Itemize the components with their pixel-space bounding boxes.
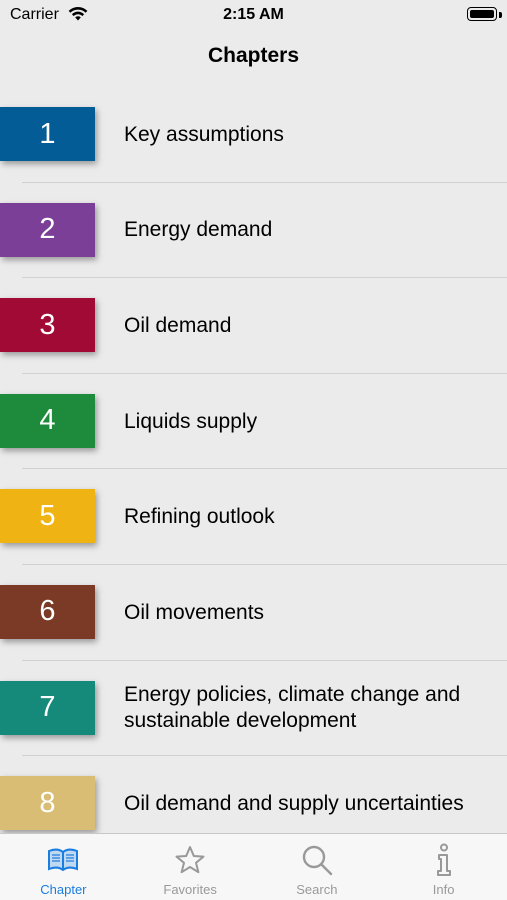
chapter-number-badge: 8 <box>0 776 95 831</box>
chapter-number-badge: 5 <box>0 489 95 544</box>
status-bar: Carrier 2:15 AM <box>0 0 507 32</box>
chapter-title: Oil movements <box>124 600 265 624</box>
chapter-row-4[interactable]: 4 Liquids supply <box>0 374 507 470</box>
chapter-title: Liquids supply <box>124 409 258 433</box>
search-icon <box>299 842 335 878</box>
chapter-row-2[interactable]: 2 Energy demand <box>0 183 507 279</box>
chapter-number-badge: 3 <box>0 298 95 353</box>
chapter-title: Oil demand <box>124 313 232 337</box>
tab-label: Favorites <box>163 882 217 897</box>
status-time: 2:15 AM <box>223 6 284 23</box>
chapter-title: Energy policies, climate change and sust… <box>124 683 461 733</box>
chapter-row-7[interactable]: 7 Energy policies, climate change and su… <box>0 661 507 757</box>
chapter-number-badge: 7 <box>0 680 95 735</box>
tab-label: Chapter <box>40 882 87 897</box>
chapter-title: Refining outlook <box>124 505 275 529</box>
tab-favorites[interactable]: Favorites <box>127 834 254 900</box>
info-icon <box>426 842 462 878</box>
page-title: Chapters <box>207 44 300 67</box>
chapter-number-badge: 1 <box>0 107 95 161</box>
chapter-number-badge: 4 <box>0 393 95 448</box>
chapter-title: Key assumptions <box>124 122 284 146</box>
battery-tip <box>499 12 502 18</box>
tab-label: Search <box>296 882 338 897</box>
tab-info[interactable]: Info <box>380 834 507 900</box>
book-icon <box>45 842 81 878</box>
chapter-number-badge: 2 <box>0 202 95 257</box>
chapter-list: 1 Key assumptions 2 Energy demand 3 Oil … <box>0 87 507 852</box>
chapter-row-6[interactable]: 6 Oil movements <box>0 565 507 661</box>
chapter-row-1[interactable]: 1 Key assumptions <box>0 87 507 183</box>
star-icon <box>172 842 208 878</box>
chapter-number-badge: 6 <box>0 584 95 639</box>
battery-icon <box>467 7 497 21</box>
tab-search[interactable]: Search <box>254 834 381 900</box>
chapter-row-3[interactable]: 3 Oil demand <box>0 278 507 374</box>
tab-label: Info <box>432 882 455 897</box>
chapter-title: Energy demand <box>124 218 273 242</box>
tab-bar: Chapter Favorites Search Info <box>0 833 507 900</box>
chapter-row-5[interactable]: 5 Refining outlook <box>0 469 507 565</box>
tab-chapter[interactable]: Chapter <box>0 834 127 900</box>
